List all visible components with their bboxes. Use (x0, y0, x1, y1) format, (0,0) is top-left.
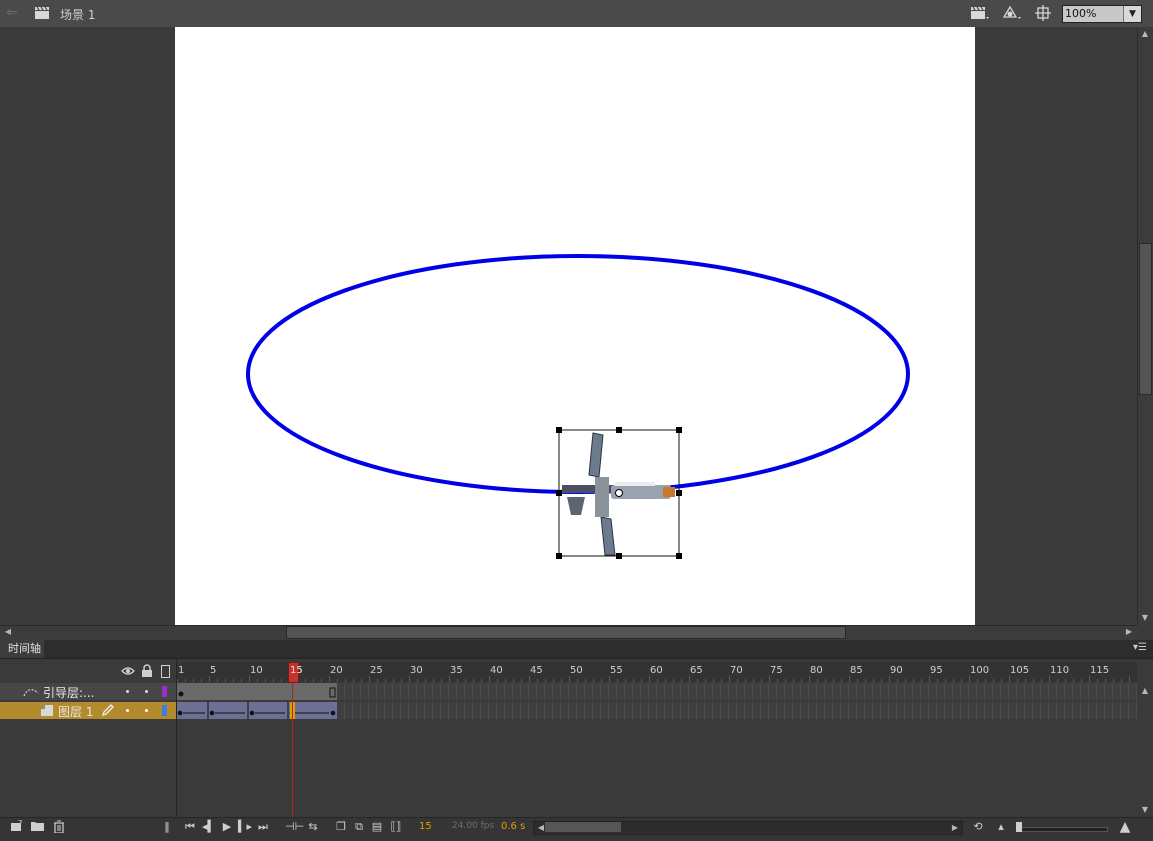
modify-onion-markers-icon[interactable]: ⟦⟧ (389, 820, 403, 834)
resize-handle-icon[interactable]: ‖ (160, 820, 174, 834)
guide-layer-icon (23, 685, 39, 700)
panel-menu-icon[interactable]: ▾☰ (1133, 642, 1147, 653)
layer-color-swatch[interactable] (162, 705, 167, 716)
previous-frame-icon[interactable]: ◂▍ (202, 820, 216, 834)
frame-number-label: 115 (1090, 665, 1110, 676)
eye-icon[interactable] (121, 665, 135, 677)
scroll-up-icon[interactable]: ▲ (1139, 28, 1151, 40)
back-arrow-icon[interactable]: ⇐ (6, 6, 22, 20)
zoom-large-icon[interactable]: ▲ (1118, 820, 1132, 834)
timeline-zoom-slider[interactable] (1018, 827, 1108, 832)
layer-name[interactable]: 图层 1 (58, 703, 93, 720)
center-frame-icon[interactable]: ⊣⊢ (285, 820, 304, 834)
frame-number-label: 90 (890, 665, 903, 676)
frame-number-label: 70 (730, 665, 743, 676)
frame-number-label: 110 (1050, 665, 1070, 676)
zoom-small-icon[interactable]: ▴ (994, 820, 1008, 834)
zoom-value: 100% (1065, 7, 1097, 20)
zoom-slider-knob[interactable] (1016, 822, 1022, 832)
onion-skin-outlines-icon[interactable]: ⧉ (352, 820, 366, 834)
new-layer-icon[interactable] (9, 819, 23, 834)
loop-icon[interactable]: ⇆ (306, 820, 320, 834)
frame-number-label: 60 (650, 665, 663, 676)
visibility-dot[interactable] (126, 709, 129, 712)
frame-number-label: 50 (570, 665, 583, 676)
layer-color-swatch[interactable] (162, 686, 167, 697)
lock-icon[interactable] (141, 664, 153, 677)
lock-dot[interactable] (145, 690, 148, 693)
lock-dot[interactable] (145, 709, 148, 712)
layer-row-layer1[interactable]: 图层 1 (0, 702, 176, 719)
playhead-frame-label: 15 (290, 665, 303, 676)
first-frame-icon[interactable]: ⏮ (183, 820, 197, 834)
frame-number-label: 95 (930, 665, 943, 676)
new-folder-icon[interactable] (30, 820, 44, 834)
guide-path (246, 254, 910, 494)
edit-scene-icon[interactable] (970, 5, 990, 21)
onion-skin-icon[interactable]: ❐ (334, 820, 348, 834)
edit-multiple-frames-icon[interactable]: ▤ (370, 820, 384, 834)
frame-number-label: 75 (770, 665, 783, 676)
frame-number-label: 25 (370, 665, 383, 676)
pencil-icon (101, 703, 115, 720)
edit-symbol-icon[interactable] (1002, 5, 1022, 21)
frame-number-label: 30 (410, 665, 423, 676)
layer-row-guide[interactable]: 引导层:... (0, 683, 176, 700)
scroll-right-icon[interactable]: ▶ (949, 822, 961, 834)
next-frame-icon[interactable]: ▍▸ (238, 820, 252, 834)
scroll-down-icon[interactable]: ▼ (1139, 612, 1151, 624)
horizontal-scroll-thumb[interactable] (545, 822, 621, 832)
frame-number-label: 65 (690, 665, 703, 676)
play-icon[interactable]: ▶ (220, 820, 234, 834)
scene-label: 场景 1 (60, 8, 96, 22)
elapsed-time[interactable]: 0.6 s (501, 821, 525, 832)
scroll-left-icon[interactable]: ◀ (2, 626, 14, 638)
current-frame[interactable]: 15 (419, 821, 432, 832)
playhead-line (292, 683, 293, 817)
scroll-right-icon[interactable]: ▶ (1123, 626, 1135, 638)
tab-timeline[interactable]: 时间轴 (0, 640, 44, 658)
frame-number-label: 5 (210, 665, 217, 676)
layer-icon (40, 704, 54, 720)
frame-number-label: 100 (970, 665, 990, 676)
chevron-down-icon[interactable]: ▼ (1123, 6, 1141, 22)
frame-number-label: 45 (530, 665, 543, 676)
last-frame-icon[interactable]: ⏭ (256, 820, 270, 834)
frame-number-label: 40 (490, 665, 503, 676)
frame-number-label: 55 (610, 665, 623, 676)
refresh-icon[interactable]: ⟲ (971, 820, 985, 834)
frame-number-label: 80 (810, 665, 823, 676)
frame-number-label: 105 (1010, 665, 1030, 676)
stage[interactable] (175, 27, 975, 625)
frame-number-label: 20 (330, 665, 343, 676)
horizontal-scroll-thumb[interactable] (286, 626, 846, 639)
zoom-select[interactable]: 100% ▼ (1062, 5, 1142, 23)
scroll-down-icon[interactable]: ▼ (1139, 804, 1151, 816)
frames-layer1[interactable] (177, 702, 1137, 719)
visibility-dot[interactable] (126, 690, 129, 693)
scroll-up-icon[interactable]: ▲ (1139, 685, 1151, 697)
frame-number-label: 85 (850, 665, 863, 676)
timeline-vertical-scrollbar[interactable] (1137, 683, 1153, 817)
layer-name[interactable]: 引导层:... (43, 684, 95, 701)
frames-guide-layer[interactable] (177, 683, 1137, 700)
clapperboard-icon (34, 6, 50, 20)
vertical-scroll-thumb[interactable] (1139, 243, 1152, 395)
trash-icon[interactable] (52, 820, 66, 834)
frame-number-label: 1 (178, 665, 185, 676)
frame-number-label: 35 (450, 665, 463, 676)
outline-icon[interactable] (161, 665, 170, 678)
frame-rate[interactable]: 24.00 fps (452, 821, 494, 831)
center-stage-icon[interactable] (1033, 5, 1053, 21)
frame-number-label: 10 (250, 665, 263, 676)
timeline-tab-bar (0, 640, 1153, 659)
